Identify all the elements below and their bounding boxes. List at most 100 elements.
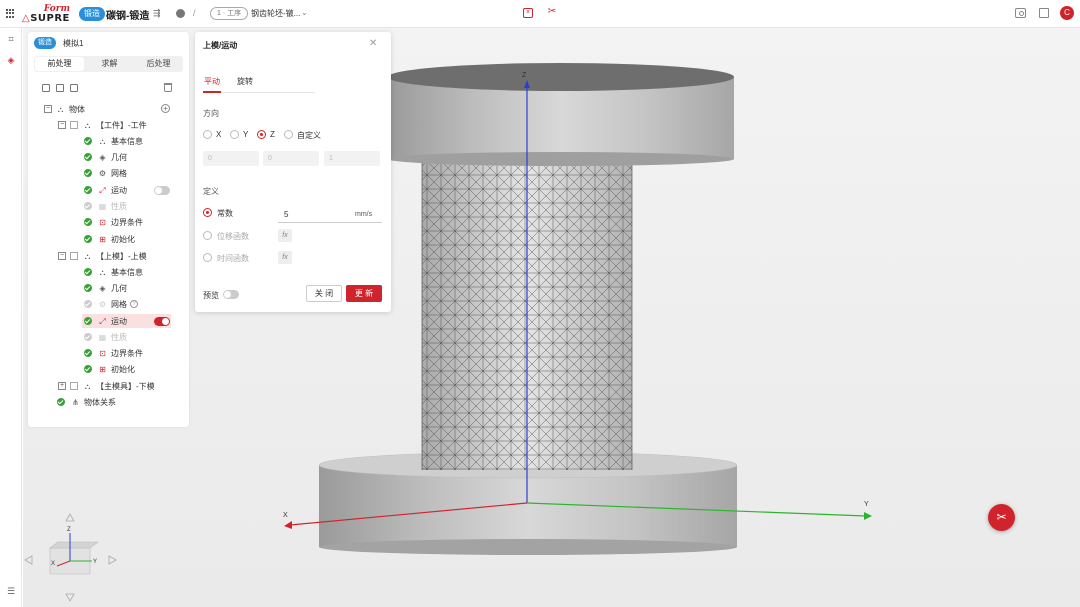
help-icon[interactable]: ?	[130, 300, 138, 308]
tab-translation[interactable]: 平动	[204, 76, 220, 87]
status-ok-icon	[84, 365, 92, 373]
radio-displacement-label: 位移函数	[217, 232, 249, 241]
fx-button-time[interactable]: fx	[278, 251, 292, 264]
status-dot-icon[interactable]	[176, 9, 185, 18]
close-icon[interactable]: ✕	[369, 38, 377, 49]
step-name[interactable]: 钢齿轮坯-镦...	[251, 8, 300, 19]
visibility-checkbox[interactable]	[70, 252, 78, 260]
tab-rotation[interactable]: 旋转	[237, 76, 253, 87]
collapse-icon[interactable]: −	[58, 252, 66, 260]
motion-icon: ⤢	[99, 316, 106, 326]
radio-z[interactable]	[257, 130, 266, 139]
cube-label-z: Z	[67, 527, 71, 533]
tree-item-init[interactable]: ⊞ 初始化	[84, 362, 135, 376]
vector-x-input[interactable]: 0	[203, 151, 259, 166]
status-pending-icon	[84, 300, 92, 308]
radio-time-func[interactable]	[203, 253, 212, 262]
tree-item-geometry[interactable]: ◈ 几何	[84, 281, 127, 295]
tab-solve[interactable]: 求解	[85, 56, 134, 72]
cube-label-x: X	[51, 561, 55, 567]
app-grid-icon[interactable]	[6, 9, 15, 18]
radio-custom-label: 自定义	[297, 131, 321, 140]
vector-y-input[interactable]: 0	[263, 151, 319, 166]
tree-node-relations[interactable]: ⋔ 物体关系	[57, 395, 116, 409]
fx-button-displacement[interactable]: fx	[278, 229, 292, 242]
tree-node-upper-die[interactable]: − ⛬ 【上模】-上模	[58, 249, 147, 263]
radio-displacement-func[interactable]	[203, 231, 212, 240]
radio-x[interactable]	[203, 130, 212, 139]
model-name[interactable]: 模拟1	[63, 38, 83, 49]
view-cube[interactable]: Z Y X	[24, 513, 117, 602]
update-button[interactable]: 更 新	[346, 285, 382, 302]
upper-die[interactable]	[388, 63, 734, 166]
tree-item-boundary[interactable]: ⊡ 边界条件	[84, 215, 143, 229]
layers-icon[interactable]: ◈	[6, 55, 16, 65]
tools-icon[interactable]: ✂	[547, 7, 557, 17]
tree-node-objects[interactable]: − ⛬ 物体	[44, 102, 85, 116]
tree-item-property[interactable]: ▦ 性质	[84, 199, 127, 213]
radio-constant[interactable]	[203, 208, 212, 217]
add-object-icon[interactable]: +	[161, 104, 170, 113]
part-icon: ⛬	[84, 381, 91, 391]
tree-item-motion[interactable]: ⤢ 运动	[84, 183, 127, 197]
tree-item-mesh[interactable]: ⚙ 网格	[84, 166, 127, 180]
tab-preprocess[interactable]: 前处理	[35, 57, 84, 71]
tree-item-mesh[interactable]: ⚙ 网格 ?	[84, 297, 138, 311]
vector-z-input[interactable]: 1	[324, 151, 380, 166]
app-logo: Form △SUPRE	[22, 4, 72, 24]
logo-prefix: △	[22, 13, 31, 24]
step-pill[interactable]: 1 · 工序	[210, 7, 249, 20]
tree-item-basic-info[interactable]: ⛬ 基本信息	[84, 134, 143, 148]
visibility-checkbox[interactable]	[70, 121, 78, 129]
copy-icon[interactable]	[42, 84, 50, 92]
motion-icon: ⤢	[99, 185, 106, 195]
tree-label: 基本信息	[111, 267, 143, 277]
expand-icon[interactable]: +	[58, 382, 66, 390]
tree-label: 【上模】-上模	[96, 251, 147, 261]
view-left-arrow	[24, 555, 33, 565]
tree-label: 性质	[111, 201, 127, 211]
close-button[interactable]: 关 闭	[306, 285, 342, 302]
breadcrumb-separator: /	[193, 8, 196, 18]
tab-postprocess[interactable]: 后处理	[134, 56, 183, 72]
motion-toggle-workpiece[interactable]	[154, 186, 170, 195]
logo-bottom-text: △SUPRE	[22, 13, 70, 24]
crop-icon[interactable]: ⌗	[6, 34, 16, 44]
preview-toggle[interactable]	[223, 290, 239, 299]
tree-item-geometry[interactable]: ◈ 几何	[84, 150, 127, 164]
material-icon[interactable]	[70, 84, 78, 92]
tree-item-boundary[interactable]: ⊡ 边界条件	[84, 346, 143, 360]
export-icon[interactable]	[1039, 8, 1049, 18]
init-icon: ⊞	[99, 364, 106, 374]
delete-icon[interactable]	[164, 83, 172, 92]
radio-custom[interactable]	[284, 130, 293, 139]
motion-toggle-upper-die[interactable]	[154, 317, 170, 326]
visibility-checkbox[interactable]	[70, 382, 78, 390]
property-icon: ▦	[98, 201, 107, 211]
tools-fab-button[interactable]: ✂	[988, 504, 1015, 531]
preview-label: 预览	[203, 291, 219, 300]
cube-label-y: Y	[93, 559, 97, 565]
tree-node-workpiece[interactable]: − ⛬ 【工件】-工件	[58, 118, 147, 132]
list-icon[interactable]: ☰	[6, 586, 16, 596]
process-tabs: 前处理 求解 后处理	[34, 56, 183, 72]
collapse-icon[interactable]: −	[44, 105, 52, 113]
user-avatar[interactable]: C	[1060, 6, 1074, 20]
stop-icon[interactable]: ×	[523, 8, 533, 18]
document-title[interactable]: 碳钢-锻造	[106, 7, 149, 22]
tree-node-lower-die[interactable]: + ⛬ 【主模具】-下模	[58, 379, 155, 393]
view-right-arrow	[108, 555, 117, 565]
axis-label-y: Y	[864, 501, 869, 508]
tree-item-init[interactable]: ⊞ 初始化	[84, 232, 135, 246]
radio-y[interactable]	[230, 130, 239, 139]
left-rail: ⌗ ◈ ☰	[0, 28, 22, 607]
save-icon[interactable]	[56, 84, 64, 92]
status-pending-icon	[84, 333, 92, 341]
collapse-icon[interactable]: −	[58, 121, 66, 129]
camera-icon[interactable]	[1015, 8, 1026, 18]
tree-item-property[interactable]: ▦ 性质	[84, 330, 127, 344]
tree-item-basic-info[interactable]: ⛬ 基本信息	[84, 265, 143, 279]
settings-list-icon[interactable]: ⇶	[153, 9, 162, 18]
chevron-down-icon[interactable]: ⌄	[301, 8, 308, 17]
geometry-icon: ◈	[99, 283, 106, 293]
